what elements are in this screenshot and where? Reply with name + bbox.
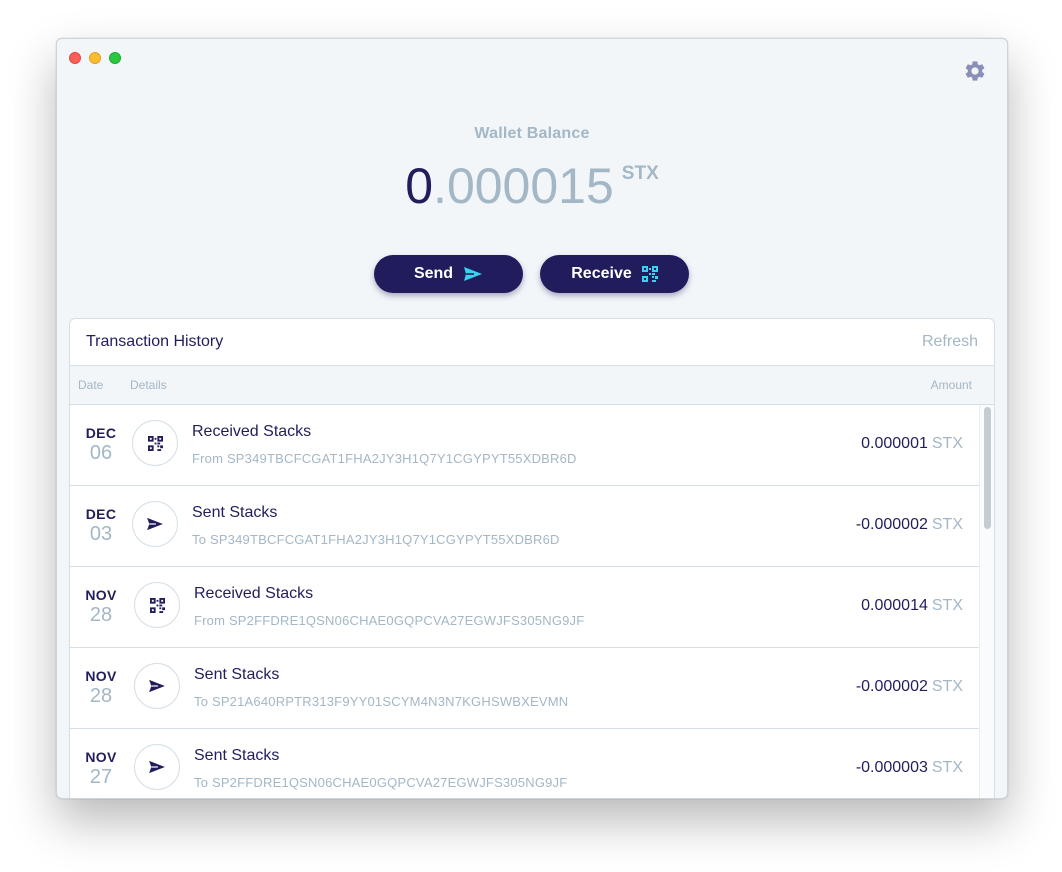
transaction-row[interactable]: DEC 06 Received Stacks From SP349TBCFCGAT1F…	[70, 405, 979, 486]
send-button-label: Send	[413, 265, 454, 282]
transaction-address: To SP21A640RPTR313F9YY01SCYM4N3N7KGHSWBX…	[194, 694, 569, 709]
qr-code-icon	[641, 266, 658, 282]
refresh-button[interactable]: Refresh	[922, 333, 978, 351]
transaction-title: Sent Stacks	[194, 666, 280, 683]
transaction-amount: 0.000001 STX	[861, 435, 963, 453]
transaction-day: 06	[89, 442, 113, 464]
transaction-row[interactable]: NOV 28 Sent Stacks To SP21A640RPTR313F9YY01…	[70, 648, 979, 729]
zoom-window-button[interactable]	[109, 52, 121, 64]
transaction-list[interactable]: DEC 06 Received Stacks From SP349TBCFCGAT1F…	[70, 405, 994, 798]
balance-fraction: .000015	[433, 158, 614, 214]
paper-plane-icon	[464, 267, 483, 281]
transaction-title: Received Stacks	[192, 423, 312, 440]
transaction-title: Received Stacks	[194, 585, 314, 602]
qr-code-icon	[132, 420, 178, 466]
transaction-address: From SP2FFDRE1QSN06CHAE0GQPCVA27EGWJFS30…	[194, 613, 585, 628]
balance-unit: STX	[621, 163, 659, 184]
send-button[interactable]: Send	[374, 255, 523, 293]
panel-title: Transaction History	[86, 333, 224, 350]
transaction-day: 28	[89, 604, 113, 626]
transaction-date: DEC 03	[70, 506, 132, 546]
transaction-amount-value: -0.000002	[855, 678, 928, 695]
receive-button[interactable]: Receive	[540, 255, 689, 293]
transaction-amount-unit: STX	[931, 597, 963, 614]
transaction-amount-value: -0.000003	[855, 759, 928, 776]
transaction-date: NOV 28	[70, 587, 132, 627]
column-date: Date	[78, 378, 104, 392]
transaction-address: From SP349TBCFCGAT1FHA2JY3H1Q7Y1CGYPYT55…	[192, 451, 577, 466]
scrollbar-track[interactable]	[979, 405, 994, 798]
column-details: Details	[130, 378, 167, 392]
transaction-amount-unit: STX	[931, 435, 963, 452]
transaction-amount-unit: STX	[931, 678, 963, 695]
transaction-title: Sent Stacks	[192, 504, 278, 521]
balance-label: Wallet Balance	[474, 125, 590, 142]
column-amount: Amount	[930, 378, 972, 392]
scrollbar-thumb[interactable]	[984, 407, 991, 529]
minimize-window-button[interactable]	[89, 52, 101, 64]
transaction-history-panel: Transaction History Refresh Date Details…	[69, 318, 995, 798]
transaction-amount: 0.000014 STX	[861, 597, 963, 615]
balance-whole: 0	[405, 158, 434, 214]
wallet-window: Wallet Balance 0.000015 STX Send Receive …	[56, 38, 1008, 799]
transaction-month: NOV	[85, 587, 117, 603]
transaction-month: DEC	[85, 506, 117, 522]
gear-icon[interactable]	[963, 59, 987, 83]
receive-button-label: Receive	[571, 265, 632, 282]
transaction-amount-value: -0.000002	[855, 516, 928, 533]
column-headers: Date Details Amount	[70, 366, 994, 405]
paper-plane-icon	[134, 663, 180, 709]
transaction-amount-unit: STX	[931, 516, 963, 533]
transaction-amount: -0.000002 STX	[856, 678, 963, 696]
window-controls	[69, 52, 121, 64]
panel-header: Transaction History Refresh	[70, 319, 994, 366]
transaction-amount: -0.000003 STX	[856, 759, 963, 777]
transaction-day: 03	[89, 523, 113, 545]
transaction-amount-unit: STX	[931, 759, 963, 776]
qr-code-icon	[134, 582, 180, 628]
transaction-month: DEC	[85, 425, 117, 441]
transaction-day: 27	[89, 766, 113, 788]
transaction-address: To SP349TBCFCGAT1FHA2JY3H1Q7Y1CGYPYT55XD…	[192, 532, 560, 547]
transaction-month: NOV	[85, 668, 117, 684]
transaction-date: DEC 06	[70, 425, 132, 465]
paper-plane-icon	[132, 501, 178, 547]
transaction-amount-value: 0.000001	[861, 435, 928, 452]
transaction-amount: -0.000002 STX	[856, 516, 963, 534]
transaction-date: NOV 27	[70, 749, 132, 789]
transaction-month: NOV	[85, 749, 117, 765]
transaction-date: NOV 28	[70, 668, 132, 708]
transaction-day: 28	[89, 685, 113, 707]
paper-plane-icon	[134, 744, 180, 790]
balance-amount: 0.000015 STX	[57, 157, 1007, 215]
transaction-amount-value: 0.000014	[861, 597, 928, 614]
transaction-row[interactable]: NOV 27 Sent Stacks To SP2FFDRE1QSN06CHAE0GQ…	[70, 729, 979, 798]
transaction-row[interactable]: NOV 28 Received Stacks From SP2FFDRE1QSN06C…	[70, 567, 979, 648]
transaction-row[interactable]: DEC 03 Sent Stacks To SP349TBCFCGAT1FHA2JY3…	[70, 486, 979, 567]
transaction-address: To SP2FFDRE1QSN06CHAE0GQPCVA27EGWJFS305N…	[194, 775, 568, 790]
close-window-button[interactable]	[69, 52, 81, 64]
transaction-title: Sent Stacks	[194, 747, 280, 764]
